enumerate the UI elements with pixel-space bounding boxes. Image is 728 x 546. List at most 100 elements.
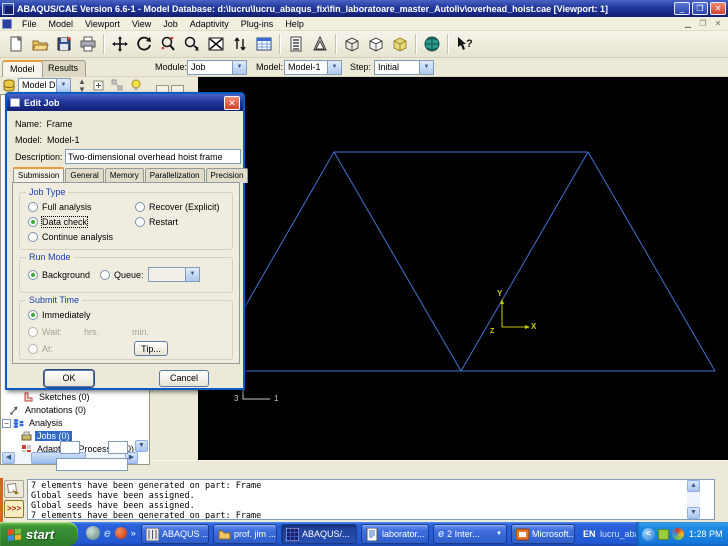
menu-adaptivity[interactable]: Adaptivity [184,18,235,30]
at-time-input [56,458,128,471]
scroll-up-icon[interactable]: ▲ [687,480,700,492]
tree-item-annotations[interactable]: Annotations (0) [9,404,88,416]
tip-button[interactable]: Tip... [134,341,168,356]
radio-continue-analysis[interactable]: Continue analysis [28,232,113,242]
submit-time-group: Submit Time Immediately Wait: hrs. min. … [19,300,233,360]
task-abaqus-command[interactable]: ABAQUS ... [141,524,209,544]
scroll-left-icon[interactable]: ◀ [2,452,15,464]
rotate-view-icon[interactable] [132,33,156,56]
model-select[interactable]: Model-1▼ [284,60,342,75]
magnify-view-icon[interactable] [156,33,180,56]
menu-viewport[interactable]: Viewport [79,18,126,30]
viewport-canvas[interactable]: Y X Z 3 1 [198,77,728,460]
dialog-close-icon[interactable]: ✕ [224,96,240,110]
cycle-views-icon[interactable] [228,33,252,56]
expand-all-icon[interactable] [93,79,105,91]
context-help-icon[interactable]: ? [452,33,476,56]
scroll-down-icon[interactable]: ▼ [687,507,700,519]
query-icon[interactable] [284,33,308,56]
save-database-icon[interactable] [52,33,76,56]
tray-icon-green[interactable] [658,529,669,540]
tab-general[interactable]: General [65,168,103,183]
module-select[interactable]: Job▼ [187,60,247,75]
tree-item-sketches[interactable]: Sketches (0) [23,391,92,403]
hidden-line-display-icon[interactable] [364,33,388,56]
pan-view-icon[interactable] [108,33,132,56]
radio-data-check[interactable]: Data check [28,217,87,227]
lightbulb-icon[interactable] [130,79,142,91]
render-options-icon[interactable] [308,33,332,56]
open-database-icon[interactable] [28,33,52,56]
dialog-title-bar[interactable]: Edit Job ✕ [7,94,243,111]
hide-icons-chevron-icon[interactable]: < [642,528,655,541]
zoom-select-icon[interactable] [180,33,204,56]
menu-plugins[interactable]: Plug-ins [235,18,280,30]
description-input[interactable] [65,149,241,164]
restore-button[interactable]: ❐ [692,2,708,15]
radio-recover[interactable]: Recover (Explicit) [135,202,220,212]
step-select[interactable]: Initial▼ [374,60,434,75]
internet-explorer-icon[interactable]: e [104,526,111,540]
ok-button[interactable]: OK [44,370,94,387]
quick-launch-overflow-icon[interactable]: » [131,528,136,538]
print-icon[interactable] [76,33,100,56]
task-powerpoint[interactable]: Microsoft... [511,524,575,544]
shaded-display-icon[interactable] [388,33,412,56]
collapse-icon[interactable]: − [2,419,11,428]
filter-icon[interactable] [111,79,123,91]
triad-1-label: 1 [274,394,278,403]
model-value: Model-1 [47,135,80,145]
new-file-icon[interactable] [4,33,28,56]
minimize-button[interactable]: _ [674,2,690,15]
menu-model[interactable]: Model [43,18,80,30]
task-internet-explorer-group[interactable]: e2 Inter...▼ [433,524,507,544]
task-abaqus-cae[interactable]: ABAQUS/... [281,524,357,544]
mdi-close-icon[interactable]: ✕ [712,19,724,29]
tab-parallelization[interactable]: Parallelization [145,168,205,183]
menu-help[interactable]: Help [279,18,310,30]
task-word-document[interactable]: laborator... [361,524,429,544]
view-options-icon[interactable] [252,33,276,56]
menu-view[interactable]: View [126,18,157,30]
tab-results[interactable]: Results [40,60,86,77]
mdi-restore-icon[interactable]: ❐ [697,19,709,29]
menu-file[interactable]: File [16,18,43,30]
radio-full-analysis[interactable]: Full analysis [28,202,92,212]
chevron-down-icon[interactable]: ▼ [419,61,433,74]
chevron-down-icon[interactable]: ▼ [56,79,70,92]
tab-precision[interactable]: Precision [206,168,249,183]
fit-view-icon[interactable] [204,33,228,56]
menu-job[interactable]: Job [157,18,184,30]
cancel-button[interactable]: Cancel [159,370,209,387]
start-button[interactable]: start [0,522,78,546]
chevron-down-icon[interactable]: ▼ [232,61,246,74]
radio-restart[interactable]: Restart [135,217,178,227]
close-button[interactable]: ✕ [710,2,726,15]
step-label: Step: [350,62,371,72]
perspective-icon[interactable] [420,33,444,56]
tab-model[interactable]: Model [2,60,43,77]
tree-item-analysis[interactable]: − Analysis [2,417,65,429]
mdi-minimize-icon[interactable]: ▁ [682,19,694,29]
quick-launch-icon-1[interactable] [86,526,100,540]
message-area-tab-button[interactable] [4,480,24,498]
radio-queue[interactable]: Queue: [100,270,144,280]
command-line-tab-button[interactable]: >>> [4,500,24,518]
chevron-down-icon[interactable]: ▼ [327,61,341,74]
tray-icon-swirl[interactable] [672,528,684,540]
mdi-child-icon[interactable] [2,19,12,29]
language-indicator[interactable]: EN [583,529,596,539]
message-log[interactable]: 7 elements have been generated on part: … [27,479,715,520]
radio-at: At: [28,344,53,354]
hrs-label: hrs. [84,327,99,337]
tree-scope-select[interactable]: Model Database▼ [18,78,71,93]
tab-submission[interactable]: Submission [13,167,64,182]
radio-background[interactable]: Background [28,270,90,280]
tab-memory[interactable]: Memory [105,168,144,183]
message-scrollbar[interactable]: ▲ ▼ [687,480,700,519]
wireframe-display-icon[interactable] [340,33,364,56]
task-folder[interactable]: prof. jim ... [213,524,277,544]
quick-launch-icon-3[interactable] [115,527,127,539]
scroll-down-icon[interactable]: ▼ [135,440,148,452]
radio-immediately[interactable]: Immediately [28,310,91,320]
